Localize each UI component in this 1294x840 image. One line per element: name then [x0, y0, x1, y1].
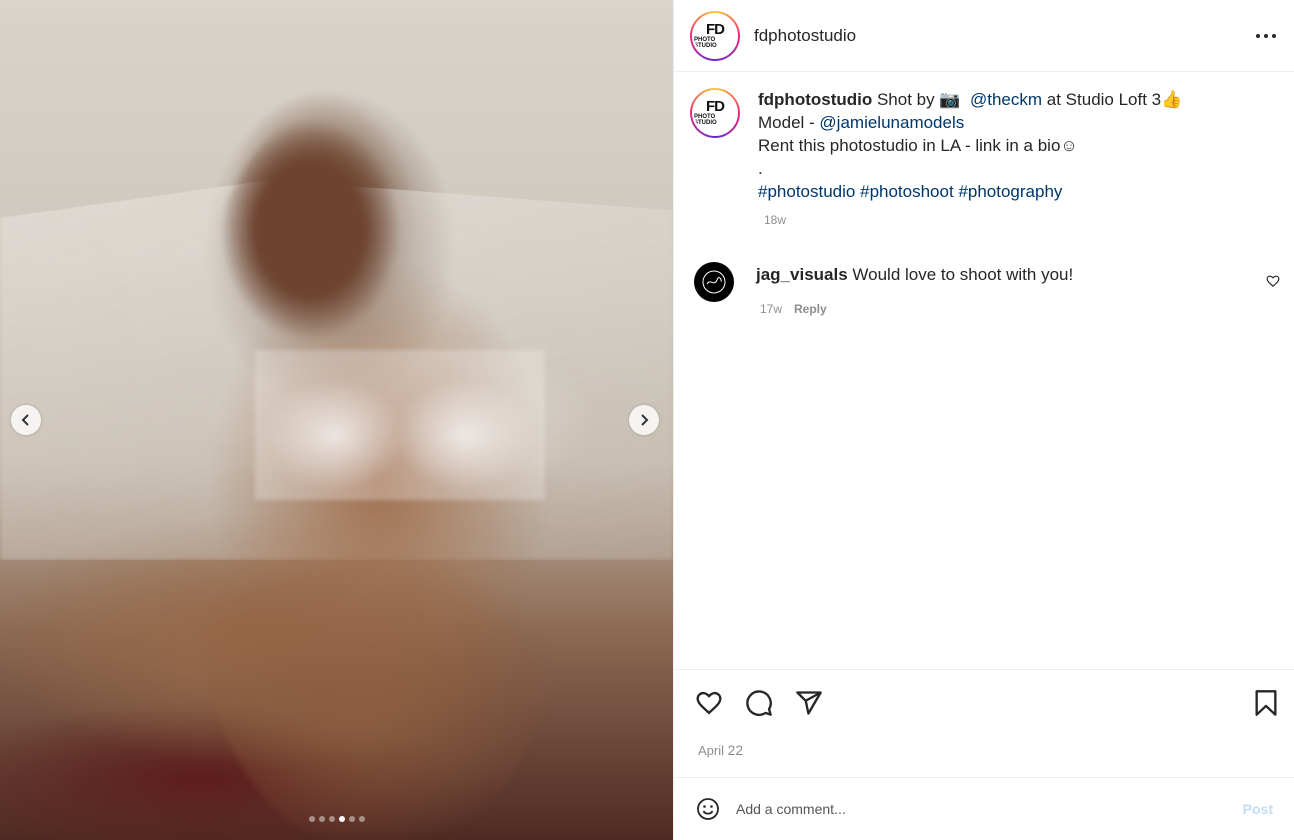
- avatar-logo-subtext: PHOTO STUDIO: [694, 36, 717, 49]
- mention-link[interactable]: @theckm: [970, 90, 1042, 109]
- caption-line-3: Rent this photostudio in LA - link in a …: [758, 134, 1182, 157]
- caption-body: fdphotostudio Shot by 📷 @theckm at Studi…: [758, 88, 1182, 232]
- hashtag-link[interactable]: #photostudio: [758, 182, 855, 201]
- bookmark-icon: [1255, 690, 1277, 716]
- comment-body: jag_visuals Would love to shoot with you…: [756, 262, 1280, 321]
- post-actions: April 22: [674, 669, 1294, 777]
- carousel-indicator: [0, 816, 673, 822]
- post-media: [0, 0, 673, 840]
- comment-like-icon[interactable]: [1266, 274, 1280, 288]
- post-date-month: April: [698, 743, 725, 758]
- caption-line-2: Model - @jamielunamodels: [758, 111, 1182, 134]
- share-icon: [796, 691, 822, 715]
- reply-button[interactable]: Reply: [794, 297, 827, 321]
- action-icons: [694, 688, 824, 718]
- commenter-username[interactable]: jag_visuals: [756, 265, 848, 284]
- signature-logo-icon: [702, 270, 726, 294]
- comment-timestamp[interactable]: 17w: [760, 297, 782, 321]
- avatar-logo-text: FD: [706, 20, 725, 38]
- caption-line-1: fdphotostudio Shot by 📷 @theckm at Studi…: [758, 88, 1182, 111]
- carousel-dot: [348, 816, 355, 822]
- heart-icon: [696, 691, 722, 715]
- caption-text: Model -: [758, 113, 820, 132]
- hashtag-link[interactable]: #photoshoot: [860, 182, 954, 201]
- like-button[interactable]: [694, 688, 724, 718]
- emoji-icon[interactable]: [696, 797, 720, 821]
- thumbs-up-emoji: 👍: [1161, 90, 1183, 109]
- avatar-logo-text: FD: [706, 98, 725, 115]
- save-button[interactable]: [1251, 688, 1281, 718]
- smile-emoji: ☺: [1060, 136, 1078, 155]
- camera-emoji: 📷: [939, 90, 961, 109]
- caption-text: .: [758, 159, 763, 178]
- mention-link[interactable]: @jamielunamodels: [819, 113, 964, 132]
- post-date-day: 22: [727, 742, 744, 758]
- caption-timestamp[interactable]: 18w: [764, 209, 1182, 232]
- comment-meta: 17w Reply: [760, 297, 1280, 321]
- caption-author[interactable]: fdphotostudio: [758, 90, 872, 109]
- post-header: FD PHOTO STUDIO fdphotostudio: [674, 0, 1294, 72]
- caption-text: Rent this photostudio in LA - link in a …: [758, 136, 1061, 155]
- chevron-right-icon: [641, 414, 649, 426]
- caption-avatar[interactable]: FD PHOTO STUDIO: [690, 88, 740, 138]
- comment-input[interactable]: [736, 801, 1243, 817]
- avatar[interactable]: FD PHOTO STUDIO: [690, 10, 740, 61]
- hashtag-link[interactable]: #photography: [958, 182, 1062, 201]
- commenter-avatar[interactable]: [694, 262, 734, 302]
- carousel-dot: [338, 816, 345, 822]
- comment-button[interactable]: [744, 688, 774, 718]
- comment-text: Would love to shoot with you!: [847, 265, 1074, 284]
- post-caption: FD PHOTO STUDIO fdphotostudio Shot by 📷 …: [690, 88, 1182, 232]
- caption-text: at Studio Loft 3: [1042, 90, 1162, 109]
- previous-slide-button[interactable]: [11, 405, 41, 435]
- caption-text: Shot by: [872, 90, 940, 109]
- caption-line-4: .: [758, 157, 1182, 180]
- carousel-dot: [308, 816, 315, 822]
- avatar-logo-subtext: PHOTO STUDIO: [694, 114, 717, 126]
- comment-icon: [746, 690, 772, 716]
- author-username[interactable]: fdphotostudio: [754, 26, 1254, 46]
- comment-composer: Post: [674, 777, 1294, 840]
- post-details-panel: FD PHOTO STUDIO fdphotostudio FD PHOTO S…: [673, 0, 1294, 840]
- comment-item: jag_visuals Would love to shoot with you…: [694, 262, 1280, 321]
- more-options-icon: [1256, 33, 1276, 38]
- post-date[interactable]: April 22: [698, 742, 743, 758]
- carousel-dot: [318, 816, 325, 822]
- photo-detail: [255, 350, 545, 500]
- more-options-button[interactable]: [1254, 24, 1278, 48]
- next-slide-button[interactable]: [629, 405, 659, 435]
- carousel-dot: [328, 816, 335, 822]
- chevron-left-icon: [21, 414, 29, 426]
- caption-hashtags: #photostudio #photoshoot #photography: [758, 180, 1182, 203]
- carousel-dot: [358, 816, 365, 822]
- post-comment-button[interactable]: Post: [1243, 801, 1273, 817]
- share-button[interactable]: [794, 688, 824, 718]
